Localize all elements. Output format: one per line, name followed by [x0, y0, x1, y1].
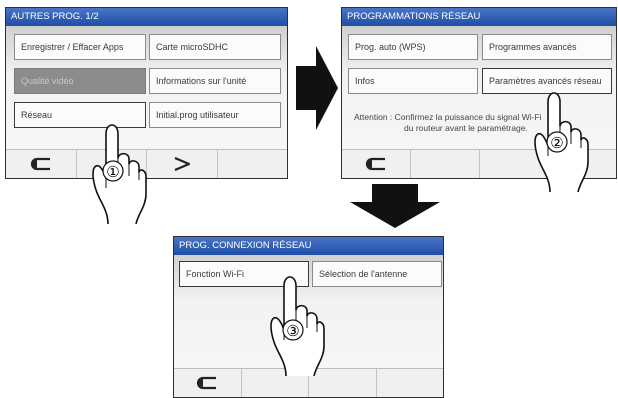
step-number: ① [106, 163, 119, 181]
wifi-warning-line1: Attention : Confirmez la puissance du si… [354, 112, 542, 122]
footer-slot [218, 150, 288, 178]
down-flow-arrow-icon [350, 184, 440, 228]
infos-button[interactable]: Infos [348, 68, 478, 94]
footer-slot [377, 369, 444, 397]
selection-antenne-button[interactable]: Sélection de l'antenne [312, 261, 442, 287]
back-arrow-icon [197, 376, 217, 390]
screen-title: AUTRES PROG. 1/2 [6, 8, 287, 26]
enregistrer-effacer-apps-button[interactable]: Enregistrer / Effacer Apps [14, 34, 146, 60]
initial-prog-utilisateur-button[interactable]: Initial.prog utilisateur [149, 102, 281, 128]
screen-title: PROG. CONNEXION RÉSEAU [174, 237, 443, 255]
right-flow-arrow-icon [296, 46, 338, 130]
screen-title: PROGRAMMATIONS RÉSEAU [342, 8, 616, 26]
back-button[interactable] [342, 150, 411, 178]
pointing-hand-icon: ③ [270, 276, 325, 377]
back-arrow-icon [30, 157, 50, 171]
back-button[interactable] [174, 369, 242, 397]
pointing-hand-icon: ② [534, 92, 589, 193]
back-button[interactable] [6, 150, 77, 178]
footer-slot [411, 150, 480, 178]
carte-microsdhc-button[interactable]: Carte microSDHC [149, 34, 281, 60]
next-button[interactable] [147, 150, 218, 178]
wifi-warning-line2: du routeur avant le paramétrage. [404, 123, 528, 133]
prog-auto-wps-button[interactable]: Prog. auto (WPS) [348, 34, 478, 60]
informations-unite-button[interactable]: Informations sur l'unité [149, 68, 281, 94]
step-number: ② [550, 134, 563, 152]
pointing-hand-icon: ① [92, 124, 147, 225]
back-arrow-icon [365, 157, 385, 171]
step-number: ③ [286, 322, 299, 340]
programmes-avances-button[interactable]: Programmes avancés [482, 34, 612, 60]
next-arrow-icon [174, 156, 190, 172]
qualite-video-button: Qualité vidéo [14, 68, 146, 94]
